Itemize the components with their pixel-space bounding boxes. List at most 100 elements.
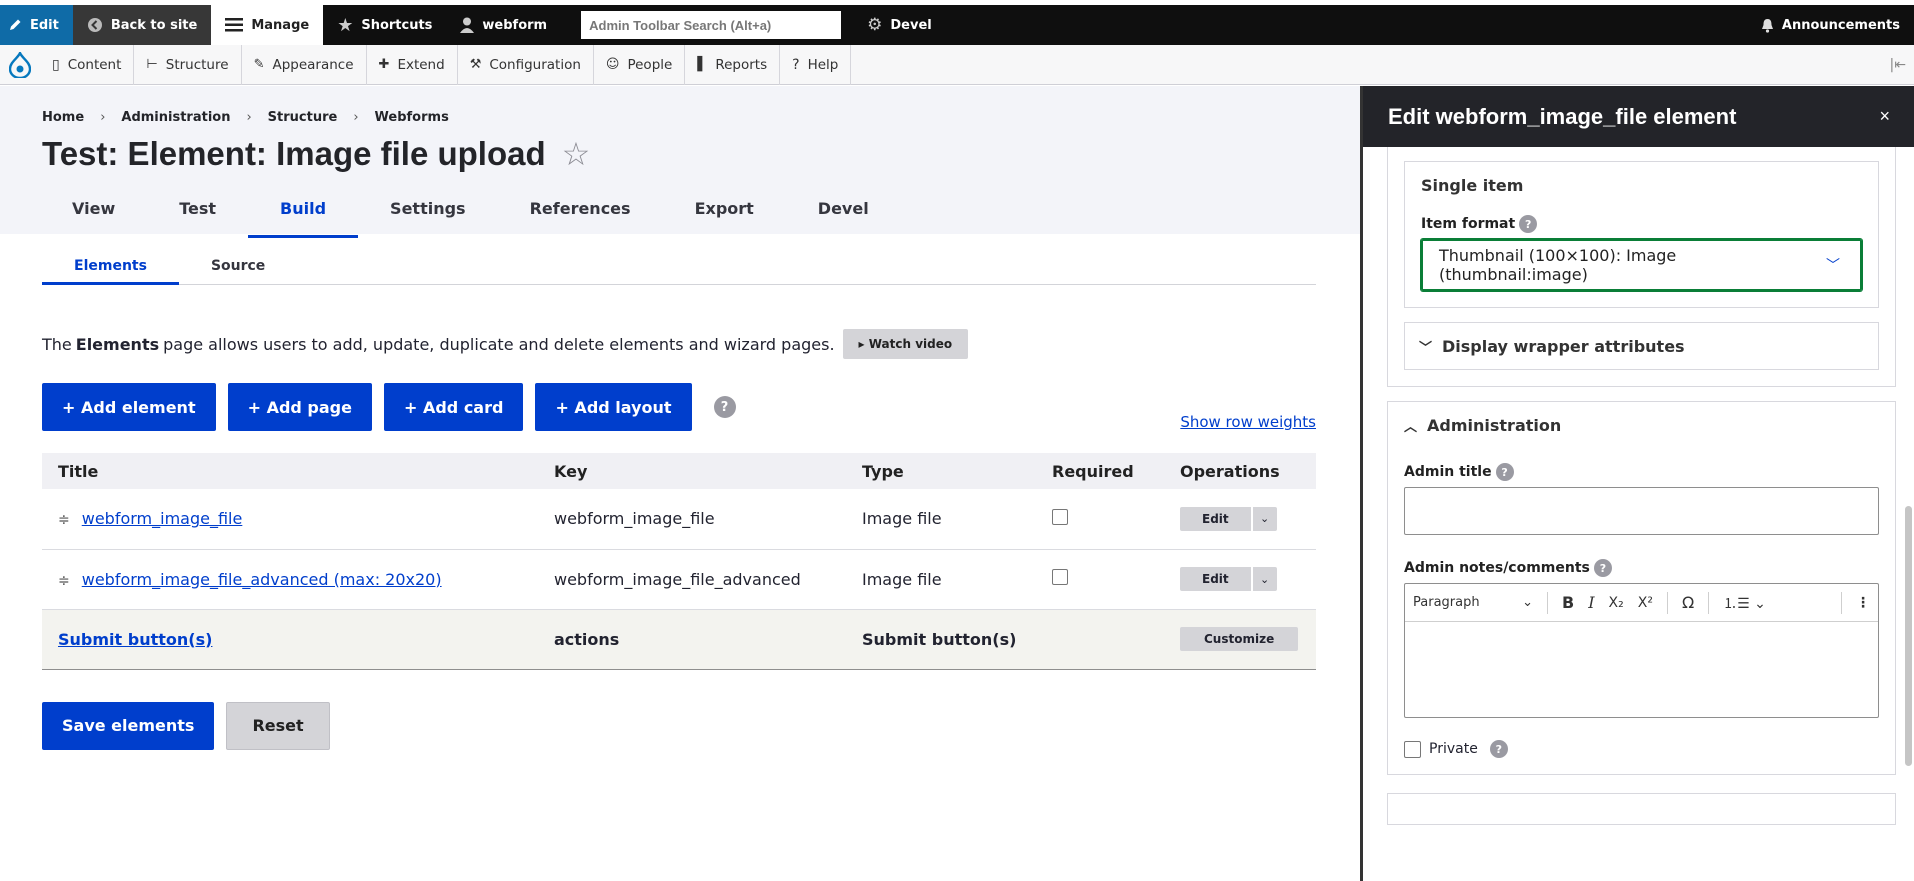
user-tab[interactable]: webform [446,5,561,45]
type-cell: Image file [846,489,1036,550]
element-actions: + Add element + Add page + Add card + Ad… [42,383,1316,431]
paragraph-dropdown[interactable]: Paragraph ⌄ [1413,595,1533,610]
table-row-actions: Submit button(s) actions Submit button(s… [42,609,1316,670]
tab-export[interactable]: Export [663,191,786,232]
breadcrumb-separator: › [353,110,359,125]
tab-view[interactable]: View [40,191,147,232]
user-icon [460,17,475,33]
admin-title-input[interactable] [1404,487,1879,535]
display-wrapper-attributes-details[interactable]: ﹀ Display wrapper attributes [1404,322,1879,370]
breadcrumb-home[interactable]: Home [42,110,84,125]
tray-item-content[interactable]: ▯ Content [40,44,135,85]
breadcrumb-webforms[interactable]: Webforms [375,110,449,125]
help-icon[interactable]: ? [713,396,736,418]
subtab-source[interactable]: Source [179,258,297,284]
numbered-list-icon[interactable]: ⒈☰ ⌄ [1723,593,1766,613]
submit-buttons-link[interactable]: Submit button(s) [58,630,212,649]
help-icon[interactable]: ? [1593,559,1612,577]
tray-item-extend[interactable]: ✚ Extend [367,44,458,85]
show-row-weights-link[interactable]: Show row weights [1180,413,1316,431]
tab-test[interactable]: Test [147,191,248,232]
more-options-icon[interactable]: ⋮ [1856,595,1870,611]
admin-title-label: Admin title ? [1404,463,1879,481]
administration-summary[interactable]: ︿ Administration [1404,416,1879,435]
secondary-tabs: Elements Source [42,258,1316,285]
tray-item-label: Content [67,56,122,73]
drag-handle-icon[interactable]: ≑ [58,573,70,589]
special-characters-icon[interactable]: Ω [1682,593,1694,612]
tray-item-structure[interactable]: ⊢ Structure [134,44,242,85]
add-layout-button[interactable]: + Add layout [535,383,692,431]
required-checkbox[interactable] [1052,508,1068,525]
help-icon: ? [792,56,800,73]
tab-references[interactable]: References [498,191,663,232]
admin-notes-textarea[interactable] [1405,622,1878,717]
edit-toggle[interactable]: Edit [0,5,73,45]
announcements-tab[interactable]: Announcements [1747,5,1914,45]
drupal-logo-icon[interactable] [0,45,40,85]
tray-item-appearance[interactable]: ✎ Appearance [242,44,367,85]
edit-button[interactable]: Edit [1180,506,1251,531]
shortcuts-tab[interactable]: ★ Shortcuts [323,5,446,45]
gear-icon: ⚙ [867,15,883,35]
tray-item-reports[interactable]: ▌ Reports [685,44,781,85]
help-icon[interactable]: ? [1495,463,1514,481]
bold-icon[interactable]: B [1562,593,1574,612]
key-cell: webform_image_file [538,489,846,550]
favorite-star-icon[interactable]: ☆ [562,135,591,173]
reset-button[interactable]: Reset [226,701,330,750]
tray-item-configuration[interactable]: ⚒ Configuration [458,44,594,85]
required-cell [1036,489,1164,550]
element-title-link[interactable]: webform_image_file [82,509,243,528]
help-icon[interactable]: ? [1519,215,1538,233]
watch-video-button[interactable]: ▸ Watch video [842,329,969,359]
required-checkbox[interactable] [1052,569,1068,585]
private-label: Private [1429,741,1478,757]
item-format-text: Item format [1421,216,1516,232]
page-title: Test: Element: Image file upload [42,135,546,172]
subscript-icon[interactable]: X₂ [1609,595,1624,611]
table-header-row: Title Key Type Required Operations [42,453,1316,489]
dialog-scrollbar[interactable] [1905,506,1912,766]
sitemap-icon: ⊢ [146,57,158,72]
manage-tab[interactable]: Manage [211,5,324,45]
element-title-link[interactable]: webform_image_file_advanced (max: 20x20) [82,570,442,589]
tray-item-label: Configuration [489,56,581,73]
tray-item-label: Extend [397,56,445,73]
tab-devel[interactable]: Devel [786,191,901,232]
close-icon[interactable]: × [1879,106,1890,127]
italic-icon[interactable]: I [1588,593,1594,612]
description-pre: The [42,334,72,354]
customize-button[interactable]: Customize [1180,627,1299,651]
superscript-icon[interactable]: X² [1638,595,1653,611]
next-fieldset-edge [1387,793,1896,825]
item-format-select[interactable]: Thumbnail (100×100): Image (thumbnail:im… [1421,239,1862,291]
column-header-required: Required [1036,453,1164,489]
help-icon[interactable]: ? [1489,740,1508,758]
chevron-down-icon[interactable]: ⌄ [1252,567,1277,591]
private-checkbox[interactable] [1404,740,1421,758]
save-elements-button[interactable]: Save elements [42,701,215,750]
add-page-button[interactable]: + Add page [227,383,372,431]
add-card-button[interactable]: + Add card [383,383,524,431]
tray-item-help[interactable]: ? Help [780,44,852,85]
toolbar-divider [1547,591,1548,614]
breadcrumb-structure[interactable]: Structure [268,110,338,125]
chevron-down-icon[interactable]: ⌄ [1252,506,1277,531]
administration-label: Administration [1427,416,1562,435]
add-element-button[interactable]: + Add element [42,383,216,431]
back-to-site-link[interactable]: Back to site [72,5,212,45]
breadcrumb-administration[interactable]: Administration [121,110,230,125]
admin-toolbar-search-input[interactable]: Admin Toolbar Search (Alt+a) [581,11,842,39]
subtab-elements[interactable]: Elements [42,258,179,285]
administration-fieldset: ︿ Administration Admin title ? Admin not… [1387,401,1896,775]
tab-settings[interactable]: Settings [358,191,498,232]
devel-tab[interactable]: ⚙ Devel [853,5,946,45]
tab-build[interactable]: Build [248,191,359,238]
drag-handle-icon[interactable]: ≑ [58,512,70,528]
breadcrumb-separator: › [246,110,252,125]
edit-button[interactable]: Edit [1180,567,1251,591]
collapse-tray-icon[interactable]: |⇤ [1890,57,1906,73]
tray-item-people[interactable]: ☺ People [594,44,686,85]
type-cell: Image file [846,549,1036,610]
